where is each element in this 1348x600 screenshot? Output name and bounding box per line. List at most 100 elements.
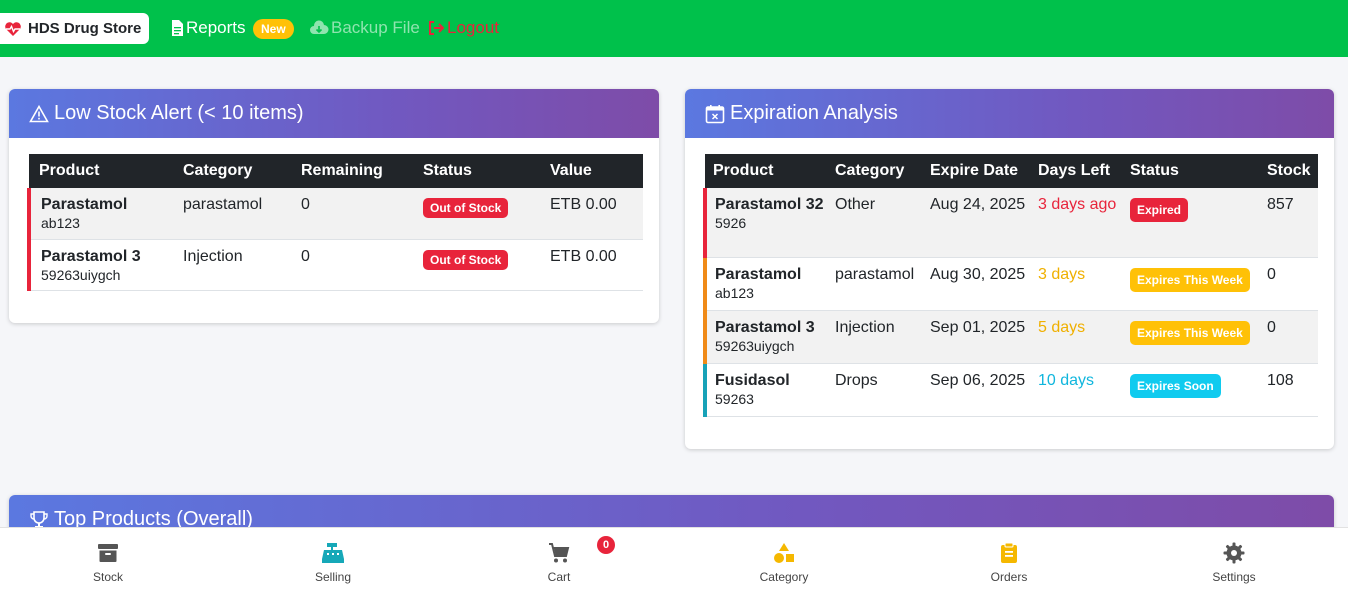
product-name: Fusidasol: [715, 371, 790, 389]
product-code: 59263: [715, 390, 754, 407]
cloud-download-icon: [310, 20, 329, 34]
col-product: Product: [39, 162, 100, 179]
days-left-cell: 10 days: [1032, 363, 1124, 417]
gear-icon: [1223, 542, 1245, 564]
col-remaining: Remaining: [301, 162, 383, 179]
product-cell: Fusidasol 59263: [703, 363, 829, 417]
logout-icon: [429, 21, 445, 35]
stock-cell: 857: [1261, 188, 1318, 258]
product-code: 59263uiygch: [715, 337, 795, 354]
product-cell: Parastamol 32 5926: [703, 188, 829, 258]
product-code: 59263uiygch: [41, 266, 121, 283]
product-cell: Parastamol 3 59263uiygch: [27, 239, 175, 291]
product-cell: Parastamol ab123: [27, 188, 175, 240]
low-stock-header: Low Stock Alert (< 10 items): [9, 89, 659, 138]
low-stock-table: Product Category Remaining Status Value …: [27, 154, 643, 291]
calendar-x-icon: [705, 104, 725, 123]
table-header-row: Product Category Remaining Status Value: [29, 154, 643, 188]
status-badge: Out of Stock: [423, 249, 509, 270]
col-stock: Stock: [1267, 162, 1311, 179]
product-cell: Parastamol 3 59263uiygch: [703, 310, 829, 364]
status-cell: Out of Stock: [415, 188, 542, 240]
status-badge: Expires Soon: [1130, 373, 1221, 398]
remaining-cell: 0: [293, 239, 415, 291]
nav-orders[interactable]: Orders: [949, 542, 1069, 584]
col-category: Category: [183, 162, 253, 179]
nav-settings-label: Settings: [1212, 570, 1256, 584]
product-name: Parastamol 3: [41, 247, 141, 265]
product-code: 5926: [715, 215, 747, 231]
nav-settings[interactable]: Settings: [1174, 542, 1294, 584]
col-status: Status: [1130, 162, 1179, 179]
nav-selling[interactable]: Selling: [273, 542, 393, 584]
nav-category-label: Category: [759, 570, 809, 584]
brand-logo[interactable]: HDS Drug Store: [0, 13, 149, 44]
table-header-row: Product Category Expire Date Days Left S…: [705, 154, 1318, 188]
category-cell: Injection: [175, 239, 293, 291]
days-left-cell: 3 days ago: [1032, 188, 1124, 258]
reports-link[interactable]: Reports: [171, 18, 246, 38]
product-name: Parastamol 32: [715, 196, 824, 213]
table-row: Fusidasol 59263 Drops Sep 06, 2025 10 da…: [703, 363, 1318, 417]
backup-label: Backup File: [331, 18, 420, 37]
nav-category[interactable]: Category: [724, 542, 844, 584]
remaining-cell: 0: [293, 188, 415, 240]
table-row: Parastamol 32 5926 Other Aug 24, 2025 3 …: [703, 188, 1318, 258]
table-row: Parastamol 3 59263uiygch Injection 0 Out…: [27, 239, 643, 291]
product-code: ab123: [41, 215, 80, 231]
nav-cart-label: Cart: [547, 570, 571, 584]
col-category: Category: [835, 162, 905, 179]
nav-selling-label: Selling: [314, 570, 352, 584]
expiration-title: Expiration Analysis: [730, 102, 898, 124]
category-cell: Injection: [829, 310, 924, 364]
bottom-nav: Stock Selling Cart Category Orders Setti…: [0, 527, 1348, 600]
product-cell: Parastamol ab123: [703, 257, 829, 311]
stock-cell: 108: [1261, 363, 1318, 417]
status-cell: Expired: [1124, 188, 1261, 258]
table-row: Parastamol 3 59263uiygch Injection Sep 0…: [703, 310, 1318, 364]
col-status: Status: [423, 162, 472, 179]
backup-file-link[interactable]: Backup File: [309, 18, 420, 38]
value-cell: ETB 0.00: [542, 188, 643, 240]
shapes-icon: [774, 543, 794, 563]
category-cell: parastamol: [829, 257, 924, 311]
status-badge: Expires This Week: [1130, 320, 1250, 345]
product-code: ab123: [715, 284, 754, 301]
status-badge: Out of Stock: [423, 198, 509, 218]
top-navbar: HDS Drug Store Reports New Backup File L…: [0, 0, 1348, 57]
status-badge: Expired: [1130, 198, 1189, 222]
col-days-left: Days Left: [1038, 162, 1111, 179]
clipboard-icon: [1001, 542, 1017, 563]
value-cell: ETB 0.00: [542, 239, 643, 291]
nav-orders-label: Orders: [990, 570, 1028, 584]
nav-stock[interactable]: Stock: [48, 542, 168, 584]
expire-date-cell: Sep 01, 2025: [924, 310, 1032, 364]
col-expire-date: Expire Date: [930, 162, 1019, 179]
status-badge: Expires This Week: [1130, 267, 1250, 292]
nav-stock-label: Stock: [92, 570, 123, 584]
heart-pulse-icon: [5, 21, 21, 36]
low-stock-card: Low Stock Alert (< 10 items) Product Cat…: [9, 89, 659, 323]
logout-link[interactable]: Logout: [428, 18, 499, 38]
expiration-table: Product Category Expire Date Days Left S…: [703, 154, 1318, 417]
status-cell: Expires This Week: [1124, 257, 1261, 311]
status-cell: Expires This Week: [1124, 310, 1261, 364]
col-value: Value: [550, 162, 592, 179]
days-left-cell: 3 days: [1032, 257, 1124, 311]
expiration-header: Expiration Analysis: [685, 89, 1334, 138]
reports-label: Reports: [186, 18, 246, 37]
cart-icon: [549, 543, 570, 563]
expiration-card: Expiration Analysis Product Category Exp…: [685, 89, 1334, 449]
archive-icon: [98, 544, 118, 562]
warning-icon: [29, 104, 49, 122]
status-cell: Expires Soon: [1124, 363, 1261, 417]
low-stock-title: Low Stock Alert (< 10 items): [54, 102, 304, 124]
cash-register-icon: [322, 543, 344, 563]
cart-count-badge: 0: [597, 536, 615, 554]
stock-cell: 0: [1261, 310, 1318, 364]
file-text-icon: [172, 20, 183, 36]
stock-cell: 0: [1261, 257, 1318, 311]
product-name: Parastamol: [715, 265, 802, 283]
expire-date-cell: Aug 24, 2025: [924, 188, 1032, 258]
category-cell: Drops: [829, 363, 924, 417]
